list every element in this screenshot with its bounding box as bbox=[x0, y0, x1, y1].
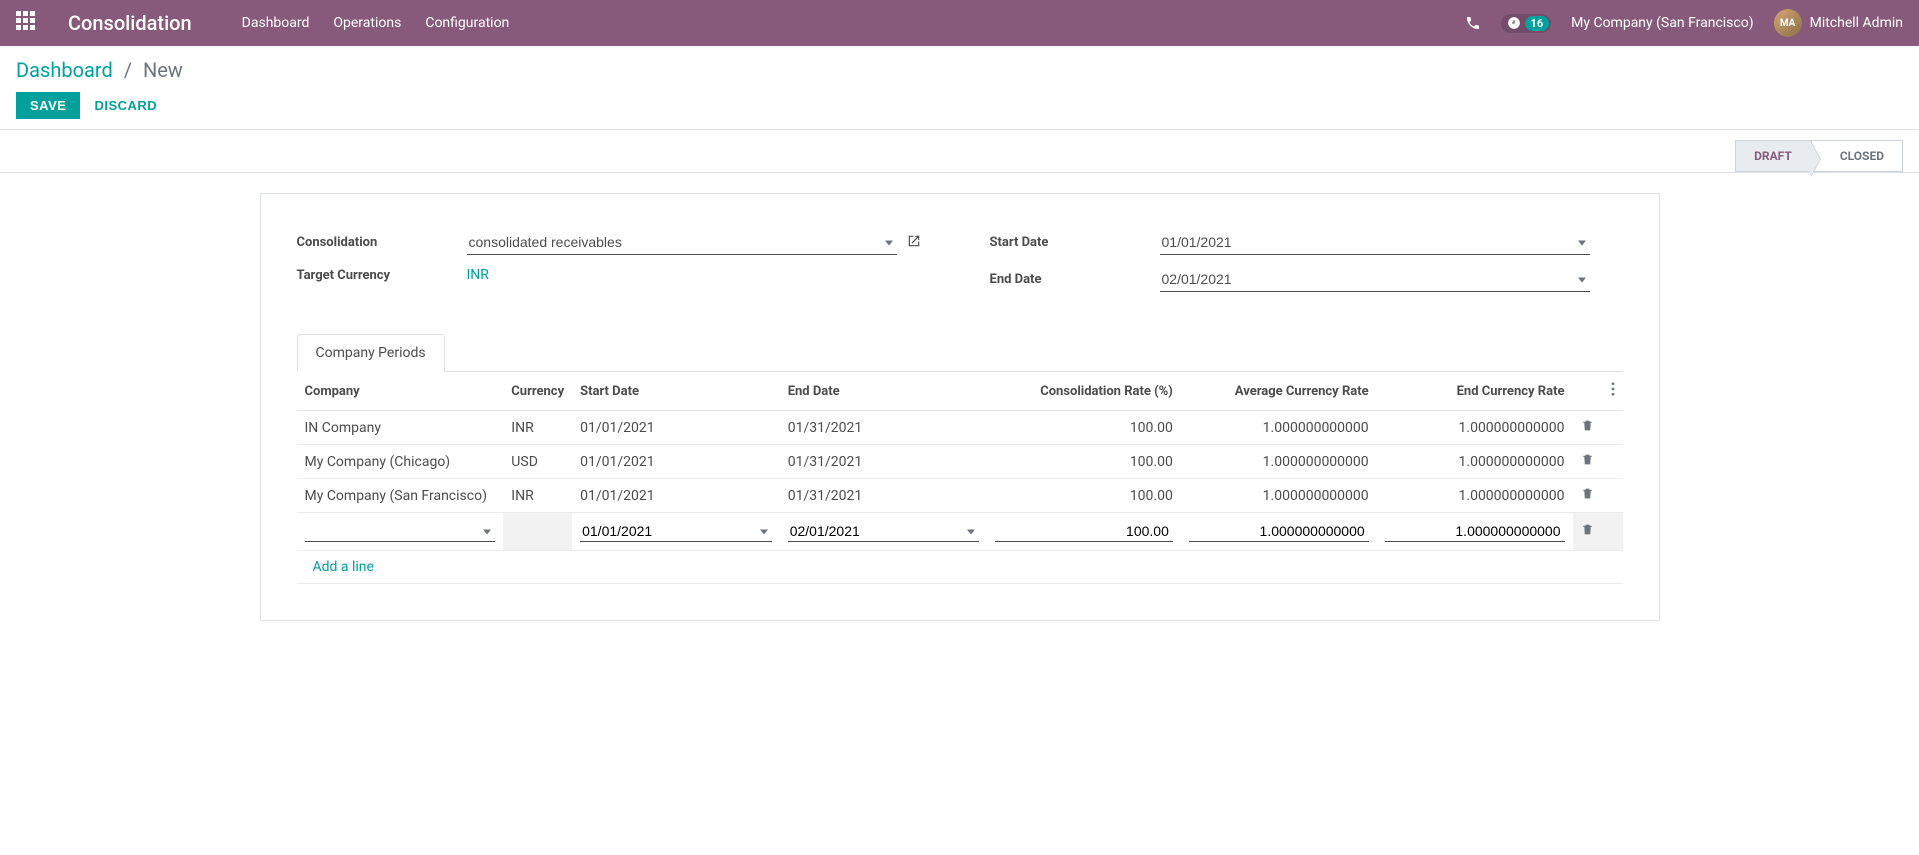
cell-avg: 1.000000000000 bbox=[1181, 411, 1377, 445]
user-menu[interactable]: MA Mitchell Admin bbox=[1774, 9, 1903, 37]
company-selector[interactable]: My Company (San Francisco) bbox=[1571, 15, 1753, 31]
control-panel: Dashboard / New SAVE DISCARD bbox=[0, 46, 1919, 130]
breadcrumb-separator: / bbox=[124, 58, 132, 82]
form-sheet: Consolidation Target Currency INR Sta bbox=[260, 193, 1660, 621]
external-link-icon[interactable] bbox=[907, 234, 921, 252]
col-avg-rate[interactable]: Average Currency Rate bbox=[1181, 372, 1377, 411]
save-button[interactable]: SAVE bbox=[16, 92, 80, 119]
consolidation-input[interactable] bbox=[467, 230, 897, 255]
delete-row-button[interactable] bbox=[1573, 513, 1603, 551]
table-edit-row[interactable] bbox=[297, 513, 1623, 551]
cell-end-date: 01/31/2021 bbox=[780, 479, 988, 513]
table-options-icon[interactable] bbox=[1603, 372, 1623, 411]
col-start-date[interactable]: Start Date bbox=[572, 372, 780, 411]
tabs: Company Periods Company Currency Start D… bbox=[297, 334, 1623, 584]
user-name: Mitchell Admin bbox=[1810, 15, 1903, 31]
cell-start-date: 01/01/2021 bbox=[572, 479, 780, 513]
status-bar: DRAFT CLOSED bbox=[0, 130, 1919, 173]
nav-right: 16 My Company (San Francisco) MA Mitchel… bbox=[1465, 9, 1903, 37]
end-date-input[interactable] bbox=[1160, 267, 1590, 292]
cell-avg: 1.000000000000 bbox=[1181, 479, 1377, 513]
nav-dashboard[interactable]: Dashboard bbox=[242, 15, 310, 31]
clock-icon bbox=[1507, 16, 1521, 30]
cell-start-date: 01/01/2021 bbox=[572, 411, 780, 445]
edit-end-input[interactable] bbox=[1385, 521, 1565, 542]
cell-end: 1.000000000000 bbox=[1377, 411, 1573, 445]
app-brand: Consolidation bbox=[68, 11, 192, 35]
edit-start-date-input[interactable] bbox=[580, 521, 772, 542]
col-end-rate[interactable]: End Currency Rate bbox=[1377, 372, 1573, 411]
apps-icon[interactable] bbox=[16, 11, 40, 35]
col-currency[interactable]: Currency bbox=[503, 372, 572, 411]
cell-start-date: 01/01/2021 bbox=[572, 445, 780, 479]
nav-operations[interactable]: Operations bbox=[333, 15, 401, 31]
table-row[interactable]: My Company (Chicago)USD01/01/202101/31/2… bbox=[297, 445, 1623, 479]
cell-end: 1.000000000000 bbox=[1377, 445, 1573, 479]
edit-end-date-input[interactable] bbox=[788, 521, 980, 542]
breadcrumb: Dashboard / New bbox=[16, 58, 1903, 82]
status-draft[interactable]: DRAFT bbox=[1735, 140, 1811, 172]
label-end-date: End Date bbox=[990, 272, 1160, 287]
cell-company: My Company (San Francisco) bbox=[297, 479, 504, 513]
notification-count: 16 bbox=[1525, 16, 1550, 31]
discard-button[interactable]: DISCARD bbox=[94, 98, 157, 113]
delete-row-button[interactable] bbox=[1573, 479, 1603, 513]
start-date-input[interactable] bbox=[1160, 230, 1590, 255]
table-row[interactable]: IN CompanyINR01/01/202101/31/2021100.001… bbox=[297, 411, 1623, 445]
target-currency-link[interactable]: INR bbox=[467, 267, 489, 283]
form-fields: Consolidation Target Currency INR Sta bbox=[297, 230, 1623, 304]
table-row[interactable]: My Company (San Francisco)INR01/01/20210… bbox=[297, 479, 1623, 513]
cell-rate: 100.00 bbox=[987, 445, 1181, 479]
form-sheet-background: Consolidation Target Currency INR Sta bbox=[0, 173, 1919, 855]
cell-end: 1.000000000000 bbox=[1377, 479, 1573, 513]
cell-currency: USD bbox=[503, 445, 572, 479]
top-navbar: Consolidation Dashboard Operations Confi… bbox=[0, 0, 1919, 46]
edit-avg-input[interactable] bbox=[1189, 521, 1369, 542]
cell-rate: 100.00 bbox=[987, 411, 1181, 445]
cell-currency: INR bbox=[503, 479, 572, 513]
cell-rate: 100.00 bbox=[987, 479, 1181, 513]
delete-row-button[interactable] bbox=[1573, 411, 1603, 445]
phone-icon[interactable] bbox=[1465, 15, 1481, 31]
tab-company-periods[interactable]: Company Periods bbox=[297, 334, 445, 372]
status-closed[interactable]: CLOSED bbox=[1811, 140, 1903, 172]
edit-currency-cell bbox=[503, 513, 572, 551]
col-consolidation-rate[interactable]: Consolidation Rate (%) bbox=[987, 372, 1181, 411]
cell-end-date: 01/31/2021 bbox=[780, 411, 988, 445]
col-end-date[interactable]: End Date bbox=[780, 372, 988, 411]
company-periods-table: Company Currency Start Date End Date Con… bbox=[297, 372, 1623, 584]
nav-menu: Dashboard Operations Configuration bbox=[242, 15, 1465, 31]
add-line-button[interactable]: Add a line bbox=[305, 549, 382, 585]
label-start-date: Start Date bbox=[990, 235, 1160, 250]
notification-button[interactable]: 16 bbox=[1501, 14, 1552, 33]
delete-row-button[interactable] bbox=[1573, 445, 1603, 479]
cell-avg: 1.000000000000 bbox=[1181, 445, 1377, 479]
breadcrumb-current: New bbox=[143, 58, 183, 82]
cell-company: IN Company bbox=[297, 411, 504, 445]
breadcrumb-root[interactable]: Dashboard bbox=[16, 58, 113, 82]
edit-company-input[interactable] bbox=[305, 521, 496, 542]
user-avatar: MA bbox=[1774, 9, 1802, 37]
cell-currency: INR bbox=[503, 411, 572, 445]
label-target-currency: Target Currency bbox=[297, 268, 467, 283]
nav-configuration[interactable]: Configuration bbox=[425, 15, 509, 31]
edit-rate-input[interactable] bbox=[995, 521, 1173, 542]
cell-end-date: 01/31/2021 bbox=[780, 445, 988, 479]
col-company[interactable]: Company bbox=[297, 372, 504, 411]
control-buttons: SAVE DISCARD bbox=[16, 92, 1903, 119]
label-consolidation: Consolidation bbox=[297, 235, 467, 250]
cell-company: My Company (Chicago) bbox=[297, 445, 504, 479]
col-delete bbox=[1573, 372, 1603, 411]
